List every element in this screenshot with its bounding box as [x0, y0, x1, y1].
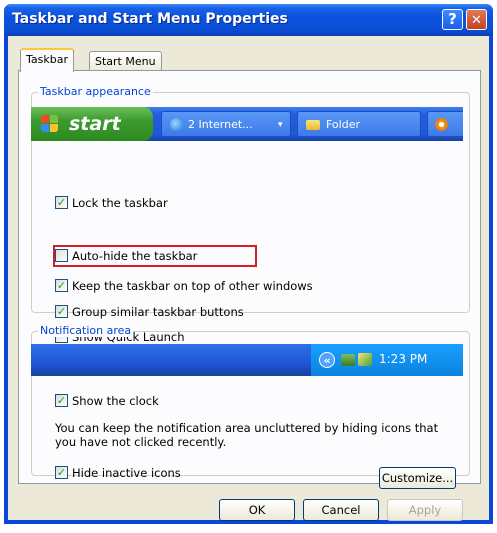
tab-taskbar-label: Taskbar: [26, 53, 68, 66]
notification-area-legend: Notification area: [38, 324, 134, 337]
network-icon: [341, 354, 355, 366]
taskbar-appearance-legend: Taskbar appearance: [38, 85, 153, 98]
close-icon: ✕: [471, 13, 482, 28]
start-label: start: [69, 113, 121, 135]
ok-button[interactable]: OK: [219, 499, 295, 521]
group-similar-label: Group similar taskbar buttons: [72, 305, 244, 319]
lock-taskbar-label: Lock the taskbar: [72, 196, 168, 210]
window-title: Taskbar and Start Menu Properties: [12, 11, 288, 27]
tab-panel: Taskbar appearance start 2 Internet... ▾: [18, 70, 481, 489]
keep-on-top-label: Keep the taskbar on top of other windows: [72, 279, 313, 293]
tray-preview: « 1:23 PM: [311, 344, 463, 376]
group-similar-checkbox[interactable]: ✓: [55, 305, 68, 318]
show-clock-checkbox[interactable]: ✓: [55, 394, 68, 407]
keep-on-top-checkbox[interactable]: ✓: [55, 279, 68, 292]
start-button-preview: start: [31, 107, 153, 141]
auto-hide-checkbox[interactable]: [55, 249, 68, 262]
taskbar-item-folder: Folder: [297, 111, 421, 137]
tab-start-menu-label: Start Menu: [95, 55, 156, 68]
chevron-down-icon: ▾: [278, 120, 283, 130]
apply-button[interactable]: Apply: [387, 499, 463, 521]
tab-start-menu[interactable]: Start Menu: [89, 51, 162, 72]
tab-taskbar[interactable]: Taskbar: [20, 48, 74, 72]
tray-app-icon: [358, 353, 372, 366]
taskbar-item-internet-label: 2 Internet...: [188, 118, 253, 131]
help-icon: ?: [448, 10, 457, 28]
cancel-button[interactable]: Cancel: [303, 499, 379, 521]
notification-description: You can keep the notification area unclu…: [55, 421, 439, 449]
title-bar[interactable]: Taskbar and Start Menu Properties ? ✕: [4, 4, 493, 36]
tray-clock: 1:23 PM: [379, 352, 428, 366]
internet-explorer-icon: [170, 118, 183, 131]
taskbar-item-internet: 2 Internet... ▾: [161, 111, 291, 137]
show-clock-label: Show the clock: [72, 394, 159, 408]
chevron-left-icon: «: [319, 352, 335, 368]
dialog-client: Taskbar Start Menu Taskbar appearance st…: [8, 36, 489, 521]
properties-window: Taskbar and Start Menu Properties ? ✕ Ta…: [4, 4, 493, 524]
taskbar-item-media: [427, 111, 463, 137]
folder-icon: [306, 120, 320, 130]
media-player-icon: [435, 118, 448, 131]
windows-flag-icon: [41, 115, 59, 133]
taskbar-preview: start 2 Internet... ▾ Folder: [31, 107, 463, 141]
customize-button[interactable]: Customize...: [379, 467, 456, 489]
close-button[interactable]: ✕: [466, 9, 487, 30]
hide-inactive-label: Hide inactive icons: [72, 466, 181, 480]
auto-hide-label: Auto-hide the taskbar: [72, 249, 198, 263]
help-button[interactable]: ?: [442, 9, 463, 30]
hide-inactive-checkbox[interactable]: ✓: [55, 466, 68, 479]
notification-preview: « 1:23 PM: [31, 344, 463, 376]
taskbar-item-folder-label: Folder: [326, 118, 360, 131]
lock-taskbar-checkbox[interactable]: ✓: [55, 196, 68, 209]
